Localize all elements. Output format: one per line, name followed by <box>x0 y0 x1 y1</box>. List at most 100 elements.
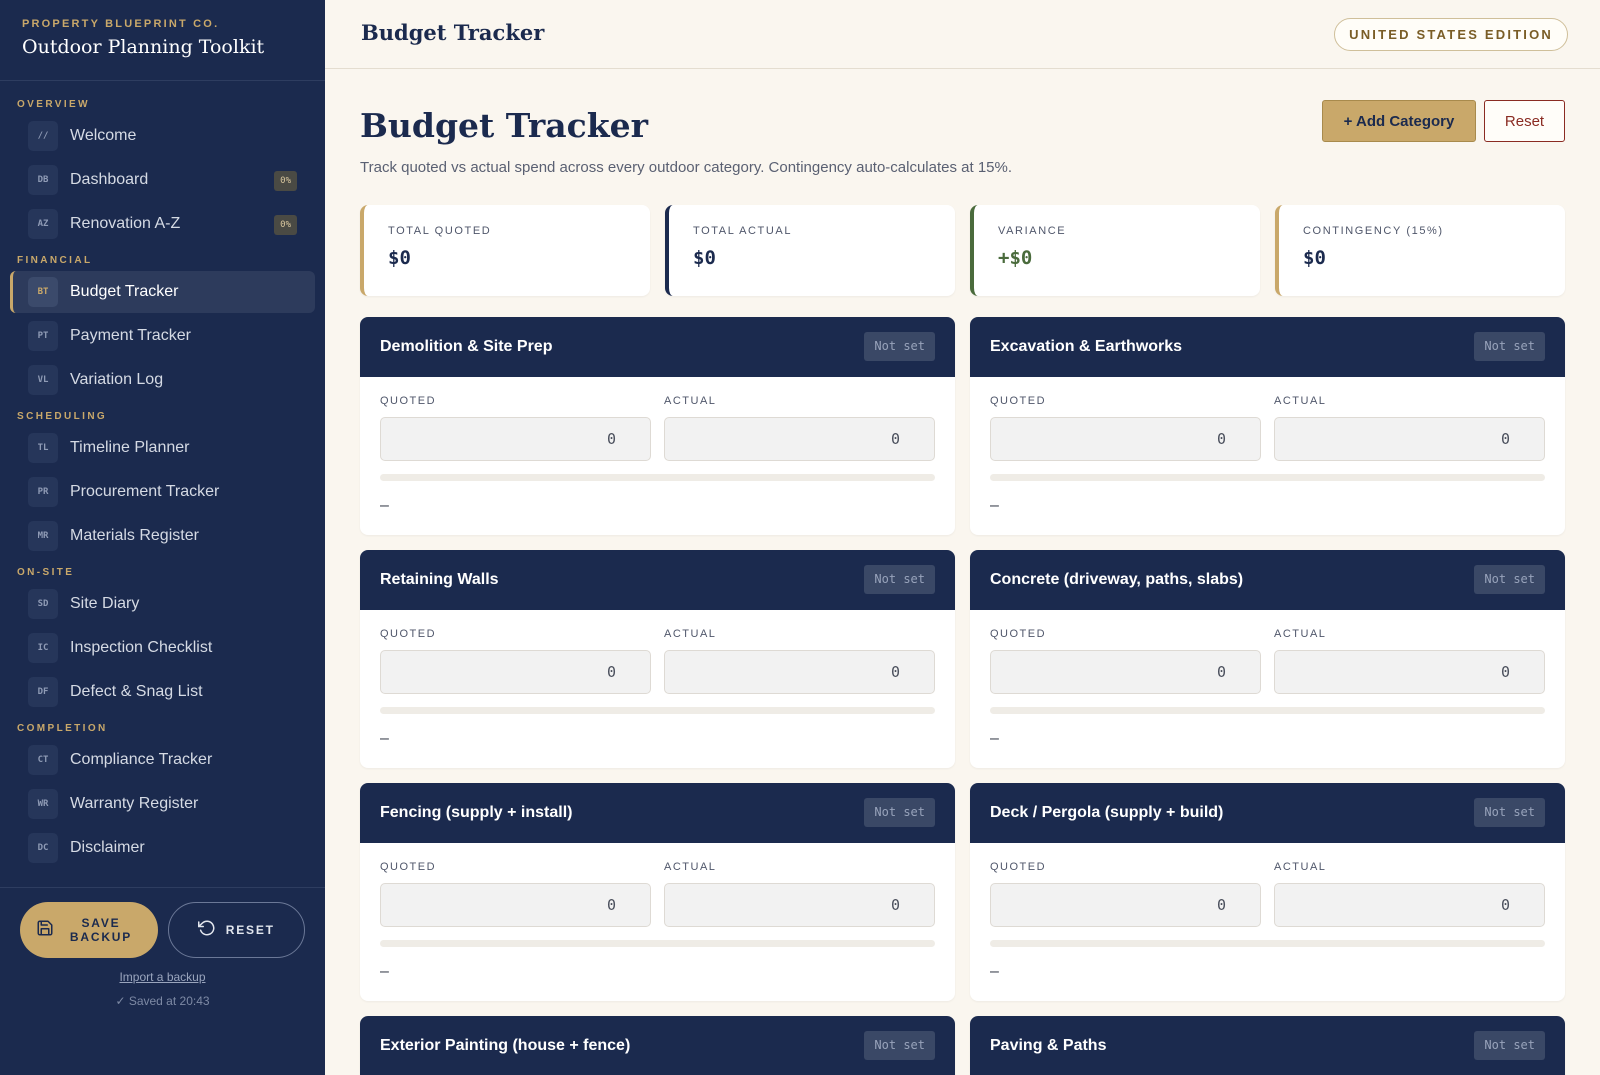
actual-input[interactable]: 0 <box>664 417 935 461</box>
save-backup-label: SAVE BACKUP <box>66 916 136 944</box>
actual-field: ACTUAL 0 <box>1274 861 1545 927</box>
sidebar-item-abbr: VL <box>28 365 58 395</box>
sidebar-item-welcome[interactable]: // Welcome <box>10 115 315 157</box>
sidebar-item-label: Procurement Tracker <box>70 483 220 500</box>
category-card-paving-paths: Paving & Paths Not set <box>970 1016 1565 1075</box>
sidebar-item-label: Dashboard <box>70 171 149 188</box>
card-fields: QUOTED 0 ACTUAL 0 <box>380 395 935 461</box>
save-backup-button[interactable]: SAVE BACKUP <box>20 902 158 958</box>
card-header: Concrete (driveway, paths, slabs) Not se… <box>970 550 1565 610</box>
stat-value: $0 <box>693 247 716 269</box>
field-label: ACTUAL <box>1274 861 1327 873</box>
card-header: Fencing (supply + install) Not set <box>360 783 955 843</box>
sidebar-item-abbr: DF <box>28 677 58 707</box>
add-category-button[interactable]: + Add Category <box>1322 100 1476 142</box>
status-badge: Not set <box>864 565 935 594</box>
summary-stats: TOTAL QUOTED $0 TOTAL ACTUAL $0 VARIANCE… <box>360 205 1565 296</box>
import-backup-link[interactable]: Import a backup <box>0 970 325 984</box>
sidebar-item-label: Payment Tracker <box>70 327 191 344</box>
actual-input[interactable]: 0 <box>1274 417 1545 461</box>
sidebar-item-renovation-az[interactable]: AZ Renovation A-Z 0% <box>10 203 315 245</box>
stat-total-actual: TOTAL ACTUAL $0 <box>665 205 955 296</box>
sidebar-item-timeline-planner[interactable]: TL Timeline Planner <box>10 427 315 469</box>
sidebar-item-label: Site Diary <box>70 595 140 612</box>
sidebar-item-abbr: IC <box>28 633 58 663</box>
nav-section-completion: COMPLETION <box>17 723 108 734</box>
sidebar-item-payment-tracker[interactable]: PT Payment Tracker <box>10 315 315 357</box>
quoted-input[interactable]: 0 <box>990 883 1261 927</box>
status-badge: Not set <box>1474 1031 1545 1060</box>
sidebar-item-label: Renovation A-Z <box>70 215 181 232</box>
actual-input[interactable]: 0 <box>664 883 935 927</box>
category-card-demolition: Demolition & Site Prep Not set QUOTED 0 … <box>360 317 955 535</box>
sidebar-item-defect-snag-list[interactable]: DF Defect & Snag List <box>10 671 315 713</box>
sidebar-item-dashboard[interactable]: DB Dashboard 0% <box>10 159 315 201</box>
status-badge: Not set <box>1474 332 1545 361</box>
sidebar-footer: SAVE BACKUP RESET Import a backup ✓ Save… <box>0 887 325 1008</box>
save-backup-label-line2: BACKUP <box>69 930 133 944</box>
progress-badge: 0% <box>274 215 297 235</box>
card-note: – <box>380 730 389 747</box>
sidebar-item-disclaimer[interactable]: DC Disclaimer <box>10 827 315 869</box>
reset-button[interactable]: Reset <box>1484 100 1565 142</box>
actual-input[interactable]: 0 <box>1274 883 1545 927</box>
card-fields: QUOTED 0 ACTUAL 0 <box>990 628 1545 694</box>
spend-progress-bar <box>990 707 1545 714</box>
sidebar-item-label: Timeline Planner <box>70 439 190 456</box>
sidebar-item-warranty-register[interactable]: WR Warranty Register <box>10 783 315 825</box>
actual-input[interactable]: 0 <box>664 650 935 694</box>
quoted-input[interactable]: 0 <box>380 883 651 927</box>
nav-section-overview: OVERVIEW <box>17 99 90 110</box>
nav-section-onsite: ON-SITE <box>17 567 75 578</box>
spend-progress-bar <box>380 940 935 947</box>
stat-variance: VARIANCE +$0 <box>970 205 1260 296</box>
edition-badge: UNITED STATES EDITION <box>1334 18 1568 51</box>
quoted-input[interactable]: 0 <box>380 650 651 694</box>
quoted-input[interactable]: 0 <box>990 650 1261 694</box>
sidebar-item-inspection-checklist[interactable]: IC Inspection Checklist <box>10 627 315 669</box>
page-subtitle: Track quoted vs actual spend across ever… <box>360 159 1013 176</box>
quoted-field: QUOTED 0 <box>990 395 1261 461</box>
quoted-input[interactable]: 0 <box>380 417 651 461</box>
status-badge: Not set <box>1474 565 1545 594</box>
category-card-fencing: Fencing (supply + install) Not set QUOTE… <box>360 783 955 1001</box>
field-label: QUOTED <box>990 861 1047 873</box>
card-title: Demolition & Site Prep <box>380 338 553 355</box>
card-note: – <box>380 963 389 980</box>
quoted-field: QUOTED 0 <box>380 395 651 461</box>
spend-progress-bar <box>990 474 1545 481</box>
reset-all-button[interactable]: RESET <box>167 902 305 958</box>
sidebar-item-compliance-tracker[interactable]: CT Compliance Tracker <box>10 739 315 781</box>
sidebar-item-procurement-tracker[interactable]: PR Procurement Tracker <box>10 471 315 513</box>
card-title: Excavation & Earthworks <box>990 338 1183 355</box>
spend-progress-bar <box>990 940 1545 947</box>
card-note: – <box>990 730 999 747</box>
actual-field: ACTUAL 0 <box>664 861 935 927</box>
category-card-retaining-walls: Retaining Walls Not set QUOTED 0 ACTUAL … <box>360 550 955 768</box>
sidebar-item-label: Welcome <box>70 127 137 144</box>
category-card-deck-pergola: Deck / Pergola (supply + build) Not set … <box>970 783 1565 1001</box>
card-fields: QUOTED 0 ACTUAL 0 <box>990 395 1545 461</box>
field-label: ACTUAL <box>664 861 717 873</box>
sidebar-item-budget-tracker[interactable]: BT Budget Tracker <box>10 271 315 313</box>
nav-section-financial: FINANCIAL <box>17 255 93 266</box>
stat-label: TOTAL ACTUAL <box>693 225 793 237</box>
card-body: QUOTED 0 ACTUAL 0 – <box>970 843 1565 1001</box>
reset-icon <box>197 919 216 942</box>
sidebar-item-label: Inspection Checklist <box>70 639 213 656</box>
sidebar-item-site-diary[interactable]: SD Site Diary <box>10 583 315 625</box>
actual-input[interactable]: 0 <box>1274 650 1545 694</box>
quoted-input[interactable]: 0 <box>990 417 1261 461</box>
field-label: ACTUAL <box>1274 628 1327 640</box>
sidebar-item-materials-register[interactable]: MR Materials Register <box>10 515 315 557</box>
actual-field: ACTUAL 0 <box>664 628 935 694</box>
card-title: Paving & Paths <box>990 1037 1107 1054</box>
quoted-field: QUOTED 0 <box>990 628 1261 694</box>
sidebar-item-abbr: PT <box>28 321 58 351</box>
sidebar-item-variation-log[interactable]: VL Variation Log <box>10 359 315 401</box>
category-card-excavation: Excavation & Earthworks Not set QUOTED 0… <box>970 317 1565 535</box>
reset-all-label: RESET <box>225 923 275 937</box>
card-header: Exterior Painting (house + fence) Not se… <box>360 1016 955 1075</box>
field-label: ACTUAL <box>664 628 717 640</box>
sidebar-item-abbr: PR <box>28 477 58 507</box>
